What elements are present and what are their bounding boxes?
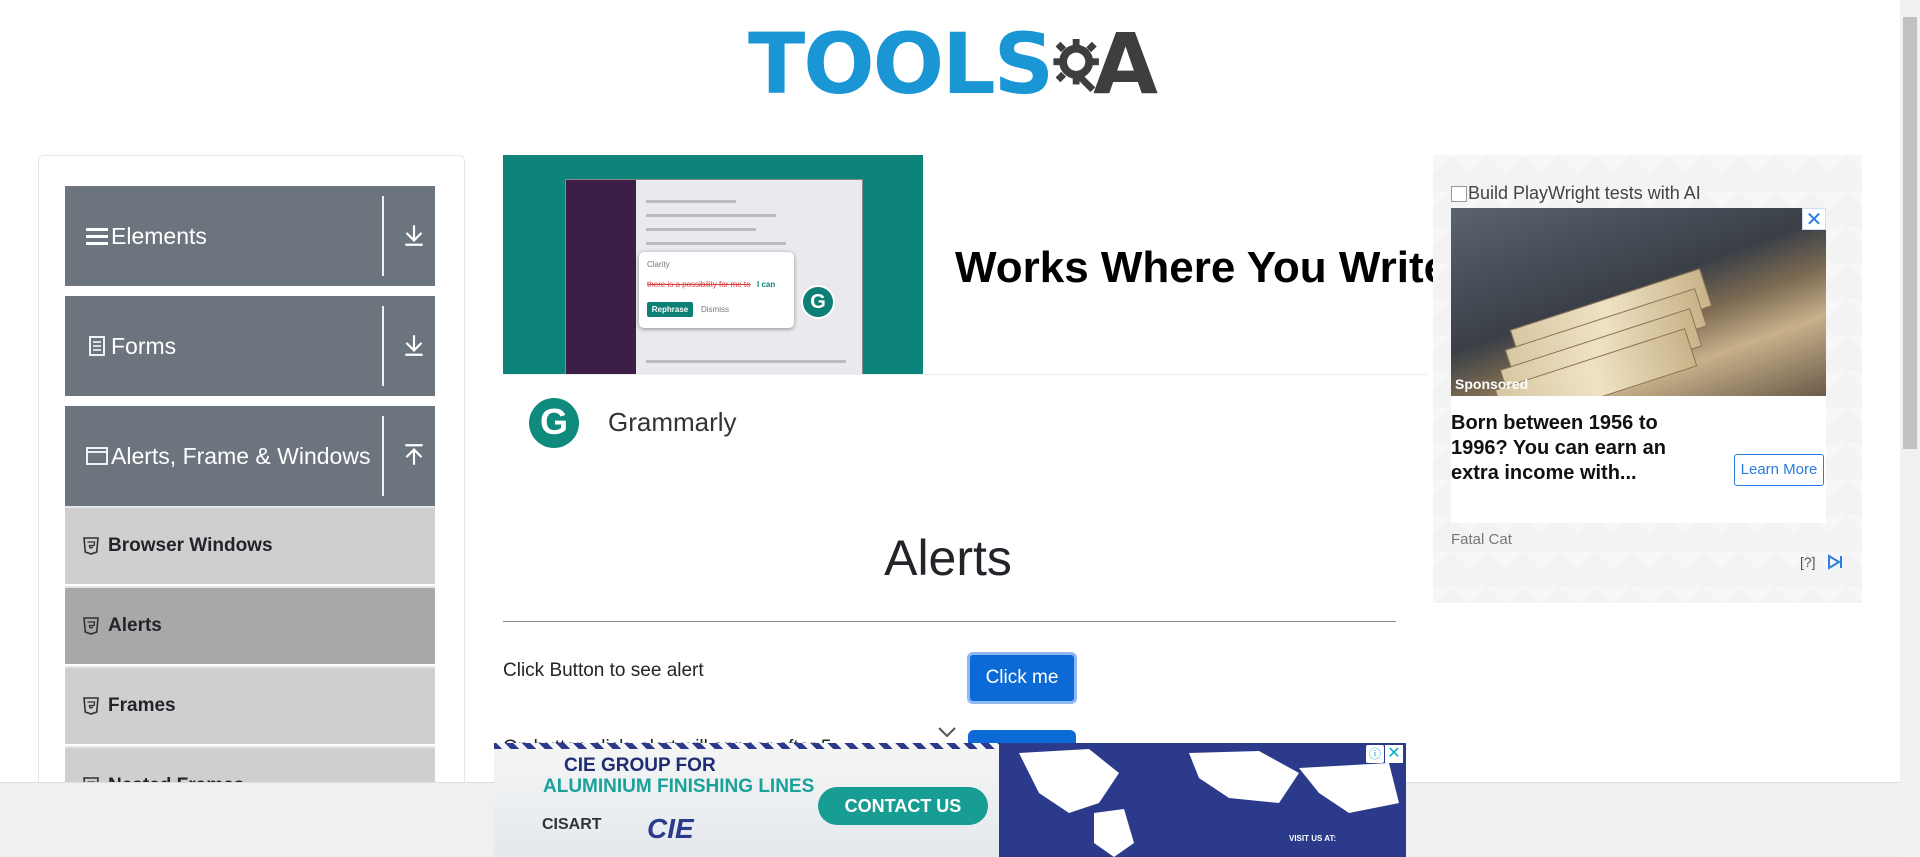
group-header-elements[interactable]: Elements [65,186,435,286]
ad-headline-2: ALUMINIUM FINISHING LINES [543,776,815,797]
close-icon[interactable]: ✕ [1385,745,1403,763]
group-title-alerts-frame-windows: Alerts, Frame & Windows [111,442,371,469]
window-icon [85,444,109,468]
ad-choices-icon[interactable] [1826,554,1844,570]
ad-headline: Works Where You Write [955,243,1449,292]
left-panel: Elements Forms Alerts, Frame & Windows B… [38,155,465,857]
ad-brand-cisart: CISART [542,816,602,833]
popup-fix-text: I can [757,280,776,289]
logo-text-a: A [1092,15,1158,113]
group-header-alerts-frame-windows[interactable]: Alerts, Frame & Windows [65,406,435,506]
ad-alt-text: Build PlayWright tests with AI [1468,183,1701,203]
popup-rephrase-button: Rephrase [647,302,693,317]
ad-left-panel: CIE GROUP FOR ALUMINIUM FINISHING LINES … [494,743,999,857]
ad-info-icon[interactable]: ⓘ [1366,745,1384,763]
ad-brand: Grammarly [608,407,737,437]
sidebar-item-label: Frames [108,695,176,716]
group-separator [382,306,384,386]
group-header-forms[interactable]: Forms [65,296,435,396]
bottom-banner-ad[interactable]: CIE GROUP FOR ALUMINIUM FINISHING LINES … [494,743,1406,857]
popup-app-name: Clarity [647,260,670,269]
grammarly-logo-icon: G [529,398,579,448]
ad-headline-1: CIE GROUP FOR [564,755,716,776]
grammarly-suggestion-popup: Clarity there is a possibility for me to… [639,252,794,328]
ad-help-link[interactable]: [?] [1800,554,1816,570]
sidebar-item-label: Browser Windows [108,535,273,556]
download-arrow-icon[interactable] [401,222,427,248]
page-title: Alerts [884,530,1012,586]
ad-divider [503,374,1428,375]
page-scrollbar[interactable] [1900,0,1920,857]
grammarly-ad[interactable]: Clarity there is a possibility for me to… [503,155,1448,470]
alert-button[interactable]: Click me [967,652,1077,704]
html5-icon [83,617,99,635]
popup-dismiss: Dismiss [701,305,729,314]
html5-icon [83,537,99,555]
ad-broken-image: Build PlayWright tests with AI [1451,183,1701,204]
ad-card[interactable]: Sponsored ✕ Born between 1956 to 1996? Y… [1451,208,1842,570]
sidebar-item-frames[interactable]: Frames [65,666,435,744]
sponsored-ad[interactable]: Build PlayWright tests with AI Sponsored… [1433,155,1862,603]
toolsqa-logo[interactable]: TOOLS A [748,14,1158,114]
ad-source: Fatal Cat [1451,531,1512,548]
scrollbar-thumb[interactable] [1903,17,1917,449]
close-icon[interactable]: ✕ [1802,208,1826,231]
sidebar-item-browser-windows[interactable]: Browser Windows [65,506,435,584]
group-separator [382,196,384,276]
group-title-forms: Forms [111,332,177,359]
ad-headline[interactable]: Born between 1956 to 1996? You can earn … [1451,411,1681,486]
grammarly-ad-image: Clarity there is a possibility for me to… [503,155,923,374]
contact-us-button[interactable]: CONTACT US [818,787,988,825]
ad-visit-label: VISIT US AT: [1289,834,1337,843]
hamburger-icon [85,224,109,248]
document-icon [85,334,109,358]
popup-error-text: there is a possibility for me to [647,280,751,289]
alert-row-label: Click Button to see alert [503,660,704,681]
title-divider [503,621,1396,622]
logo-text-tools: TOOLS [748,15,1054,113]
group-title-elements: Elements [111,222,207,249]
upload-arrow-icon[interactable] [401,442,427,468]
learn-more-button[interactable]: Learn More [1734,454,1824,486]
ad-brand-cie: CIE [647,813,694,844]
chevron-down-icon[interactable] [937,725,957,739]
sidebar-item-alerts[interactable]: Alerts [65,586,435,664]
sidebar-item-label: Alerts [108,615,162,636]
sponsored-label: Sponsored [1455,376,1529,392]
ad-photo: Sponsored [1451,208,1826,396]
download-arrow-icon[interactable] [401,332,427,358]
group-separator [382,416,384,496]
broken-image-icon [1451,185,1467,202]
html5-icon [83,697,99,715]
world-map-image [999,743,1406,857]
grammarly-g-icon: G [801,285,835,319]
